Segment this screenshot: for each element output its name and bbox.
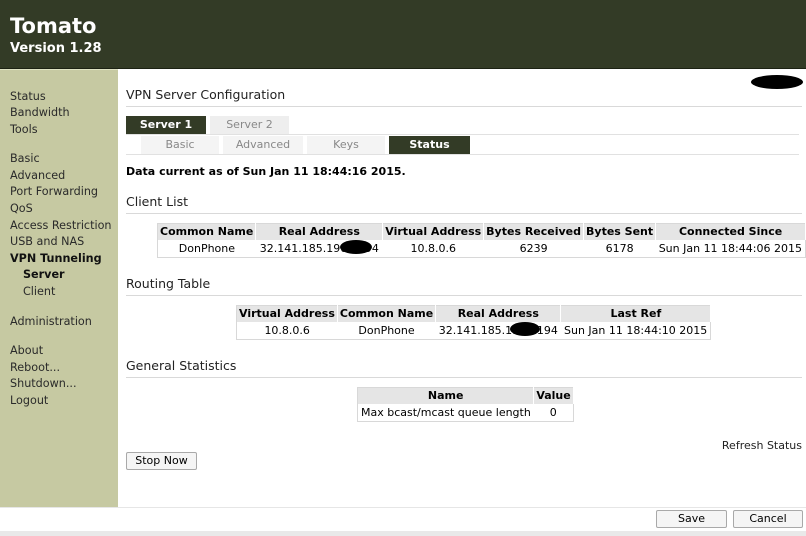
redacted-port [340,240,372,254]
sidebar-item-tools[interactable]: Tools [10,123,38,137]
stop-now-button[interactable]: Stop Now [126,452,197,470]
table-header-row: Name Value [357,387,574,404]
table-header-row: Common Name Real Address Virtual Address… [157,223,806,240]
client-list-title: Client List [126,194,189,209]
sidebar-item-vpn-tunneling[interactable]: VPN Tunneling [10,252,102,266]
sidebar-item-client[interactable]: Client [23,285,55,299]
cell-value: 0 [549,405,557,419]
title-divider [126,106,802,107]
sidebar-item-basic[interactable]: Basic [10,152,40,166]
col-name: Name [357,387,535,404]
tab-status[interactable]: Status [389,136,470,154]
tab-basic[interactable]: Basic [141,136,219,154]
table-row: 10.8.0.6 DonPhone 32.141.185.190:1194 Su… [237,322,711,340]
routing-table-divider [126,295,802,296]
sidebar-item-server[interactable]: Server [23,268,65,282]
col-value: Value [533,387,574,404]
table-row: DonPhone 32.141.185.190:1194 10.8.0.6 62… [158,240,806,258]
table-header-row: Virtual Address Common Name Real Address… [236,305,712,322]
tab-keys[interactable]: Keys [307,136,385,154]
sidebar-item-administration[interactable]: Administration [10,315,92,329]
cell-virtual-address: 10.8.0.6 [264,323,310,337]
tab-advanced[interactable]: Advanced [223,136,303,154]
col-common-name: Common Name [337,305,437,322]
cell-common-name: DonPhone [358,323,415,337]
cell-connected-since: Sun Jan 11 18:44:06 2015 [658,241,802,255]
general-stats-divider [126,377,802,378]
save-button[interactable]: Save [656,510,727,528]
app-header: Tomato Version 1.28 [0,0,806,69]
col-bytes-received: Bytes Received [483,223,585,240]
refresh-status-link[interactable]: Refresh Status [722,439,802,452]
client-list-table: Common Name Real Address Virtual Address… [157,223,806,258]
sidebar-item-reboot[interactable]: Reboot... [10,361,60,375]
brand-title: Tomato [10,14,97,38]
cell-bytes-received: 6239 [519,241,548,255]
footer-bar: Save Cancel [0,507,806,531]
col-real-address: Real Address [255,223,384,240]
sidebar-item-port-forwarding[interactable]: Port Forwarding [10,185,98,199]
sidebar-item-bandwidth[interactable]: Bandwidth [10,106,70,120]
table-row: Max bcast/mcast queue length 0 [358,404,574,422]
redacted-hostname [751,75,803,89]
col-connected-since: Connected Since [655,223,806,240]
sidebar-item-logout[interactable]: Logout [10,394,48,408]
redacted-port [510,322,540,336]
sidebar-item-status[interactable]: Status [10,90,46,104]
cancel-button[interactable]: Cancel [733,510,803,528]
sidebar-item-about[interactable]: About [10,344,43,358]
cell-bytes-sent: 6178 [605,241,634,255]
sidebar-item-access-restriction[interactable]: Access Restriction [10,219,112,233]
client-list-divider [126,213,802,214]
routing-table-title: Routing Table [126,276,211,291]
page-title: VPN Server Configuration [126,87,286,102]
sidebar-item-qos[interactable]: QoS [10,202,33,216]
sidebar-item-usb-nas[interactable]: USB and NAS [10,235,84,249]
general-stats-table: Name Value Max bcast/mcast queue length … [357,387,574,422]
cell-last-ref: Sun Jan 11 18:44:10 2015 [564,323,708,337]
col-bytes-sent: Bytes Sent [583,223,657,240]
sub-tab-line [126,154,799,155]
data-current-timestamp: Data current as of Sun Jan 11 18:44:16 2… [126,165,406,178]
sidebar: Status Bandwidth Tools Basic Advanced Po… [0,69,118,507]
cell-real-address: 32.141.185.190:1194 [438,323,558,337]
sidebar-item-shutdown[interactable]: Shutdown... [10,377,77,391]
routing-table: Virtual Address Common Name Real Address… [236,305,712,340]
col-last-ref: Last Ref [560,305,712,322]
sidebar-item-advanced[interactable]: Advanced [10,169,65,183]
cell-name: Max bcast/mcast queue length [361,405,531,419]
main-content: VPN Server Configuration Server 1 Server… [118,69,806,507]
version-label: Version 1.28 [10,41,102,56]
general-stats-title: General Statistics [126,358,237,373]
cell-virtual-address: 10.8.0.6 [410,241,456,255]
col-common-name: Common Name [157,223,257,240]
col-virtual-address: Virtual Address [382,223,485,240]
tab-server-2[interactable]: Server 2 [210,116,289,134]
col-real-address: Real Address [435,305,562,322]
bottom-strip [0,531,806,536]
tab-server-1[interactable]: Server 1 [126,116,206,134]
cell-common-name: DonPhone [178,241,236,255]
server-tab-line [126,134,799,135]
col-virtual-address: Virtual Address [236,305,338,322]
